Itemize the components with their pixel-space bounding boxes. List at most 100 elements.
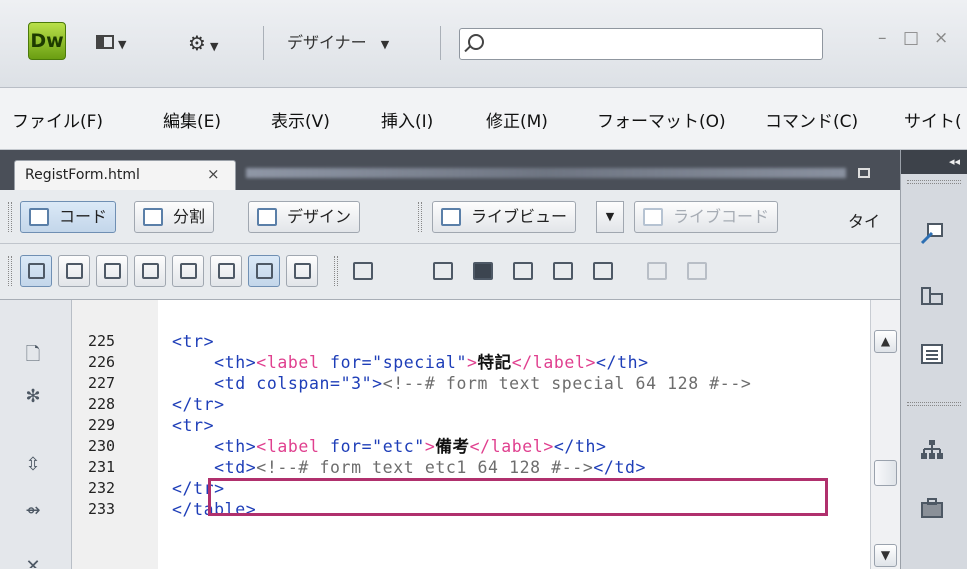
code-token: <tr> — [172, 332, 215, 351]
document-tab[interactable]: RegistForm.html × — [14, 160, 236, 190]
document-toolbar: コード 分割 デザイン ライブビュー ▼ ライブコード タイ — [0, 190, 900, 244]
line-number: 229 — [88, 416, 116, 434]
scroll-thumb[interactable] — [874, 460, 897, 486]
balance-braces-button[interactable] — [248, 255, 280, 287]
menu-view[interactable]: 表示(V) — [271, 107, 330, 132]
cut-button[interactable] — [642, 257, 672, 285]
code-token: <td> — [214, 458, 257, 477]
code-view-button[interactable]: コード — [20, 201, 117, 233]
code-token: <label — [256, 437, 331, 456]
code-line[interactable]: <th><label for="special">特記</label></th> — [172, 352, 649, 373]
show-code-navigator-icon[interactable]: ✻ — [22, 386, 44, 408]
expand-all-icon[interactable]: ✕ — [22, 556, 44, 568]
code-view-label: コード — [59, 207, 108, 226]
code-token: <th> — [214, 353, 257, 372]
code-line[interactable]: </table> — [172, 499, 256, 520]
code-token: <tr> — [172, 416, 215, 435]
save-all-button[interactable] — [548, 257, 578, 285]
gear-icon: ⚙ — [188, 31, 206, 55]
menu-file[interactable]: ファイル(F) — [12, 107, 103, 132]
menu-commands[interactable]: コマンド(C) — [765, 107, 858, 132]
separator — [263, 26, 264, 60]
chevron-down-icon: ▼ — [880, 548, 891, 562]
close-button[interactable]: × — [934, 28, 948, 48]
toolbar-grip[interactable] — [8, 256, 12, 286]
standard-toolbar — [0, 244, 900, 300]
search-input[interactable] — [459, 28, 823, 60]
code-editor: 🗋 ✻ ⇳ ⇴ ✕ 225 226 227 228 229 230 231 232 233 <t… — [0, 300, 900, 569]
close-tab-icon[interactable]: × — [207, 165, 220, 183]
menu-format[interactable]: フォーマット(O) — [597, 107, 726, 132]
minimize-button[interactable]: – — [878, 28, 887, 48]
code-line[interactable]: <th><label for="etc">備考</label></th> — [172, 436, 607, 457]
open-documents-icon[interactable]: 🗋 — [22, 344, 44, 366]
live-view-button[interactable]: ライブビュー — [432, 201, 577, 233]
layout-menu-button[interactable]: ▼ — [96, 30, 126, 56]
code-token: <th> — [214, 437, 257, 456]
maximize-button[interactable]: □ — [903, 28, 919, 48]
line-number: 227 — [88, 374, 116, 392]
css-panel-icon[interactable] — [919, 284, 945, 308]
document-tab-strip: RegistForm.html × — [0, 150, 900, 190]
code-line[interactable]: </tr> — [172, 394, 225, 415]
chevron-down-icon: ▼ — [380, 38, 390, 51]
code-token: > — [424, 437, 436, 456]
panel-grip[interactable] — [907, 402, 961, 406]
collapse-selection-icon[interactable]: ⇴ — [22, 500, 44, 522]
toolbar-grip[interactable] — [334, 256, 338, 286]
code-token: > — [466, 353, 478, 372]
code-line[interactable]: <td colspan="3"><!--# form text special … — [172, 373, 751, 394]
browse-bridge-button[interactable] — [468, 257, 498, 285]
split-view-button[interactable]: 分割 — [134, 201, 215, 233]
select-parent-tag-button[interactable] — [210, 255, 242, 287]
new-document-button[interactable] — [348, 257, 378, 285]
toolbar-grip[interactable] — [8, 202, 12, 232]
menu-insert[interactable]: 挿入(I) — [381, 107, 433, 132]
scroll-up-button[interactable]: ▲ — [874, 330, 897, 353]
save-button[interactable] — [508, 257, 538, 285]
show-code-view-button[interactable] — [20, 255, 52, 287]
live-view-dropdown[interactable]: ▼ — [596, 201, 624, 233]
panel-grip[interactable] — [907, 180, 961, 184]
code-token: </th> — [553, 437, 607, 456]
collapse-tag-button[interactable] — [96, 255, 128, 287]
vertical-scrollbar[interactable]: ▲ ▼ — [870, 300, 900, 569]
cut-icon — [647, 262, 667, 280]
menu-site[interactable]: サイト( — [904, 107, 962, 132]
toolbar-grip[interactable] — [418, 202, 422, 232]
code-token: <label — [256, 353, 331, 372]
design-view-button[interactable]: デザイン — [248, 201, 361, 233]
live-code-button[interactable]: ライブコード — [634, 201, 779, 233]
collapse-selection-icon — [142, 263, 159, 279]
assets-panel-icon[interactable] — [919, 496, 945, 520]
files-panel-icon[interactable] — [919, 438, 945, 462]
copy-button[interactable] — [682, 257, 712, 285]
line-numbers-button[interactable] — [286, 255, 318, 287]
extensions-menu-button[interactable]: ⚙ ▼ — [188, 30, 218, 56]
code-line[interactable]: <tr> — [172, 415, 214, 436]
code-area[interactable]: <tr> <th><label for="special">特記</label>… — [158, 300, 870, 569]
code-line[interactable]: <td><!--# form text etc1 64 128 #--></td… — [172, 457, 646, 478]
code-token: <!--# form text special 64 128 #--> — [382, 374, 752, 393]
open-folder-icon — [433, 262, 453, 280]
workspace-switcher[interactable]: デザイナー ▼ — [287, 30, 389, 56]
code-line[interactable]: <tr> — [172, 331, 214, 352]
menu-modify[interactable]: 修正(M) — [486, 107, 548, 132]
restore-document-icon[interactable] — [858, 168, 870, 178]
collapse-panel-icon[interactable]: ◂◂ — [901, 150, 967, 174]
print-code-button[interactable] — [588, 257, 618, 285]
menu-edit[interactable]: 編集(E) — [163, 107, 221, 132]
title-bar: Dw ▼ ⚙ ▼ デザイナー ▼ – □ × — [0, 0, 967, 88]
code-line[interactable]: </tr> — [172, 478, 225, 499]
scroll-down-button[interactable]: ▼ — [874, 544, 897, 567]
ap-elements-panel-icon[interactable] — [919, 342, 945, 366]
code-token: <td — [214, 374, 257, 393]
open-documents-button[interactable] — [58, 255, 90, 287]
insert-panel-icon[interactable] — [919, 222, 945, 246]
open-button[interactable] — [428, 257, 458, 285]
line-number: 231 — [88, 458, 116, 476]
collapse-full-tag-icon[interactable]: ⇳ — [22, 454, 44, 476]
expand-all-button[interactable] — [172, 255, 204, 287]
collapse-selection-button[interactable] — [134, 255, 166, 287]
layout-icon — [96, 35, 114, 49]
